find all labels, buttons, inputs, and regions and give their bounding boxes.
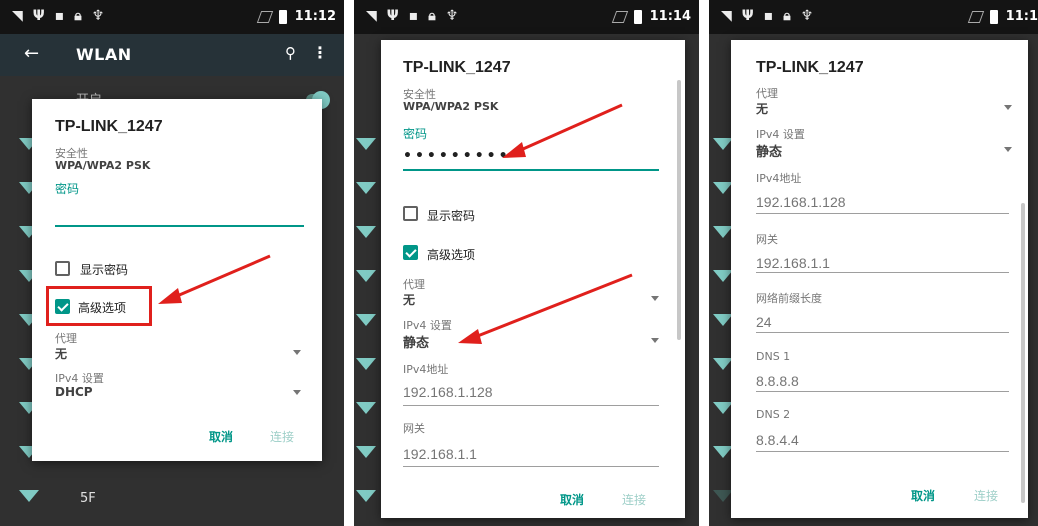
scrollbar[interactable] bbox=[1021, 203, 1025, 503]
prefix-length-label: 网络前缀长度 bbox=[756, 292, 822, 305]
ipv4-settings-label: IPv4 设置 bbox=[756, 128, 805, 141]
dialog-title: TP-LINK_1247 bbox=[756, 59, 864, 76]
annotation-arrow bbox=[158, 254, 271, 304]
phone-screen-2: ◥ Ψ ▪ 🔒︎ ♆ 11:14 TP-LINK_1247 安全性 WPA/WP… bbox=[354, 0, 699, 526]
prefix-length-underline bbox=[756, 332, 1009, 333]
status-time: 11:1 bbox=[1005, 9, 1038, 24]
wifi-signal-icon bbox=[713, 358, 733, 370]
wifi-signal-icon bbox=[713, 490, 733, 502]
phone-screen-1: ◥ Ψ ▪ 🔒︎ ♆ 11:12 ← WLAN ⚲ ⋮ 开启 5F TP-LIN… bbox=[0, 0, 344, 526]
ip-address-input[interactable]: 192.168.1.128 bbox=[756, 194, 846, 210]
wifi-signal-icon bbox=[713, 446, 733, 458]
chevron-down-icon[interactable] bbox=[1004, 105, 1012, 110]
sim-icon: ▪ bbox=[763, 8, 774, 24]
dns1-label: DNS 1 bbox=[756, 350, 791, 363]
panel-divider bbox=[344, 0, 354, 526]
wifi-connect-dialog: TP-LINK_1247 代理 无 IPv4 设置 静态 IPv4地址 192.… bbox=[731, 40, 1028, 518]
proxy-label: 代理 bbox=[756, 87, 778, 100]
wifi-signal-icon bbox=[713, 138, 733, 150]
wifi-signal-icon bbox=[713, 226, 733, 238]
gateway-label: 网关 bbox=[756, 233, 778, 246]
dns2-label: DNS 2 bbox=[756, 408, 791, 421]
ip-address-underline bbox=[756, 213, 1009, 214]
wifi-signal-icon bbox=[713, 182, 733, 194]
prefix-length-input[interactable]: 24 bbox=[756, 314, 772, 330]
wifi-signal-icon: ◥ bbox=[721, 8, 732, 24]
wifi-signal-icon bbox=[713, 402, 733, 414]
wifi-signal-icon bbox=[713, 270, 733, 282]
ipv4-settings-value[interactable]: 静态 bbox=[756, 141, 782, 160]
gateway-underline bbox=[756, 272, 1009, 273]
gateway-input[interactable]: 192.168.1.1 bbox=[756, 255, 830, 271]
panel-divider bbox=[699, 0, 709, 526]
connect-button[interactable]: 连接 bbox=[974, 487, 998, 504]
dns2-input[interactable]: 8.8.4.4 bbox=[756, 432, 799, 448]
no-sim-icon bbox=[967, 10, 984, 23]
chevron-down-icon[interactable] bbox=[1004, 147, 1012, 152]
ip-address-label: IPv4地址 bbox=[756, 172, 802, 185]
annotation-arrows bbox=[458, 103, 633, 344]
phone-screen-3: ◥ Ψ ▪ 🔒︎ ♆ 11:1 TP-LINK_1247 代理 无 IPv4 设… bbox=[709, 0, 1038, 526]
status-icons: ◥ Ψ ▪ 🔒︎ ♆ bbox=[721, 8, 813, 24]
proxy-value[interactable]: 无 bbox=[756, 100, 768, 117]
usb-icon: Ψ bbox=[741, 8, 754, 24]
dns1-input[interactable]: 8.8.8.8 bbox=[756, 373, 799, 389]
lock-icon: 🔒︎ bbox=[783, 8, 791, 24]
battery-icon bbox=[989, 9, 998, 24]
dns2-underline bbox=[756, 451, 1009, 452]
dns1-underline bbox=[756, 391, 1009, 392]
cancel-button[interactable]: 取消 bbox=[911, 487, 935, 504]
status-bar: ◥ Ψ ▪ 🔒︎ ♆ 11:1 bbox=[709, 0, 1038, 34]
bug-icon: ♆ bbox=[800, 8, 814, 24]
wifi-signal-icon bbox=[713, 314, 733, 326]
